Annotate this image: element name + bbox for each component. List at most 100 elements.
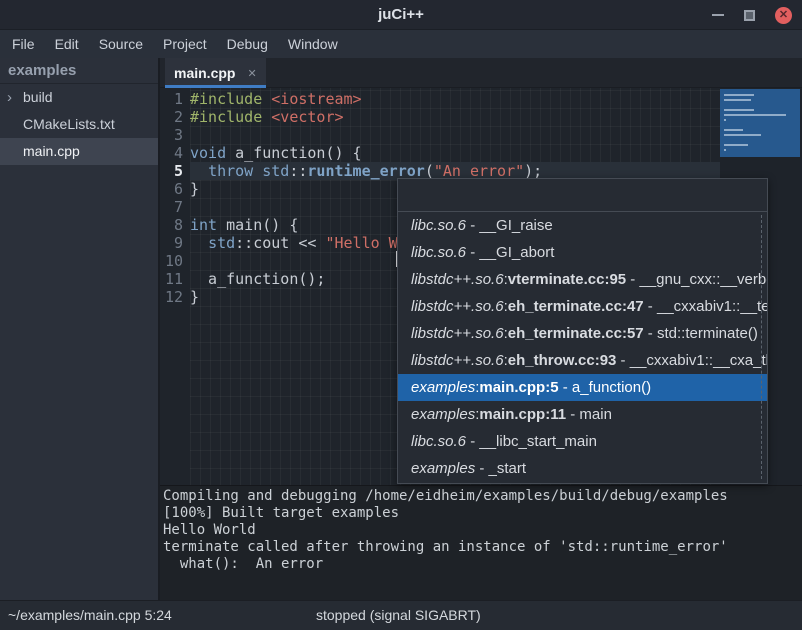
menu-item-window[interactable]: Window bbox=[278, 30, 348, 58]
stack-frame-row[interactable]: examples:main.cpp:5 - a_function() bbox=[398, 374, 767, 401]
frame-library: libstdc++.so.6 bbox=[411, 271, 504, 288]
frame-file-location: eh_throw.cc:93 bbox=[508, 352, 617, 369]
menu-item-edit[interactable]: Edit bbox=[45, 30, 89, 58]
minimap-line bbox=[724, 134, 761, 136]
minimap-line bbox=[724, 149, 726, 151]
popup-search-field[interactable] bbox=[398, 179, 767, 212]
terminal-line: terminate called after throwing an insta… bbox=[163, 539, 802, 556]
code-segment: a_function(); bbox=[190, 270, 325, 288]
line-number: 3 bbox=[160, 126, 188, 144]
stack-trace-popup: libc.so.6 - __GI_raiselibc.so.6 - __GI_a… bbox=[397, 178, 768, 484]
popup-scrollbar[interactable] bbox=[761, 215, 762, 479]
minimap-line bbox=[724, 114, 786, 116]
file-label: build bbox=[23, 89, 53, 105]
code-segment: :: bbox=[289, 162, 307, 180]
code-segment bbox=[190, 234, 208, 252]
stack-frame-row[interactable]: examples - _start bbox=[398, 455, 767, 482]
terminal-line: what(): An error bbox=[163, 556, 802, 573]
menu-item-file[interactable]: File bbox=[2, 30, 45, 58]
tab-close-icon[interactable]: ✕ bbox=[247, 67, 256, 80]
menubar: FileEditSourceProjectDebugWindow bbox=[0, 30, 802, 58]
chevron-right-icon[interactable]: › bbox=[7, 84, 12, 111]
stack-frame-row[interactable]: libstdc++.so.6:eh_throw.cc:93 - __cxxabi… bbox=[398, 347, 767, 374]
code-line-3[interactable] bbox=[190, 126, 720, 144]
stack-frame-row[interactable]: libstdc++.so.6:eh_terminate.cc:57 - std:… bbox=[398, 320, 767, 347]
code-segment: throw bbox=[208, 162, 253, 180]
stack-frame-list: libc.so.6 - __GI_raiselibc.so.6 - __GI_a… bbox=[398, 212, 767, 482]
terminal-line: Hello World bbox=[163, 522, 802, 539]
titlebar[interactable]: juCi++ ✕ bbox=[0, 0, 802, 30]
code-segment: void bbox=[190, 144, 226, 162]
line-number: 8 bbox=[160, 216, 188, 234]
frame-library: libc.so.6 bbox=[411, 244, 466, 261]
stack-frame-row[interactable]: libstdc++.so.6:vterminate.cc:95 - __gnu_… bbox=[398, 266, 767, 293]
frame-symbol: - main bbox=[566, 406, 612, 423]
minimap-line bbox=[724, 109, 754, 111]
code-segment: std bbox=[262, 162, 289, 180]
code-segment bbox=[190, 162, 208, 180]
line-number: 6 bbox=[160, 180, 188, 198]
code-segment: a_function() { bbox=[226, 144, 361, 162]
file-tree: › build CMakeLists.txt main.cpp bbox=[0, 84, 158, 165]
project-name-header: examples bbox=[0, 58, 158, 84]
code-segment: "Hello W bbox=[325, 234, 397, 252]
frame-symbol: - __GI_abort bbox=[466, 244, 554, 261]
code-segment: } bbox=[190, 180, 199, 198]
code-line-1[interactable]: #include <iostream> bbox=[190, 90, 720, 108]
window-controls: ✕ bbox=[712, 0, 792, 30]
frame-symbol: - std::terminate() bbox=[644, 325, 758, 342]
stack-frame-row[interactable]: libc.so.6 - __GI_raise bbox=[398, 212, 767, 239]
frame-library: examples bbox=[411, 406, 475, 423]
sidebar-item-cmakelists-txt[interactable]: CMakeLists.txt bbox=[0, 111, 158, 138]
frame-library: libstdc++.so.6 bbox=[411, 298, 504, 315]
frame-file-location: main.cpp:5 bbox=[479, 379, 558, 396]
minimize-icon[interactable] bbox=[712, 14, 724, 16]
line-number: 12 bbox=[160, 288, 188, 306]
line-number: 7 bbox=[160, 198, 188, 216]
stack-frame-row[interactable]: libstdc++.so.6:eh_terminate.cc:47 - __cx… bbox=[398, 293, 767, 320]
code-segment bbox=[253, 162, 262, 180]
file-label: main.cpp bbox=[23, 143, 80, 159]
menu-item-source[interactable]: Source bbox=[89, 30, 153, 58]
minimap-line bbox=[724, 119, 726, 121]
code-line-2[interactable]: #include <vector> bbox=[190, 108, 720, 126]
minimap-line bbox=[724, 144, 748, 146]
terminal-line: Compiling and debugging /home/eidheim/ex… bbox=[163, 488, 802, 505]
code-line-4[interactable]: void a_function() { bbox=[190, 144, 720, 162]
line-number-gutter: 123456789101112 bbox=[160, 90, 188, 306]
statusbar: ~/examples/main.cpp 5:24 stopped (signal… bbox=[0, 600, 802, 630]
close-icon[interactable]: ✕ bbox=[775, 7, 792, 24]
sidebar-item-build[interactable]: › build bbox=[0, 84, 158, 111]
code-segment: <vector> bbox=[271, 108, 343, 126]
cursor-location-status: ~/examples/main.cpp 5:24 bbox=[8, 601, 172, 630]
minimap-line bbox=[724, 129, 743, 131]
build-output-terminal[interactable]: Compiling and debugging /home/eidheim/ex… bbox=[160, 485, 802, 600]
file-label: CMakeLists.txt bbox=[23, 116, 115, 132]
frame-symbol: - __gnu_cxx::__verbos bbox=[626, 271, 767, 288]
restore-icon[interactable] bbox=[744, 10, 755, 21]
frame-file-location: vterminate.cc:95 bbox=[508, 271, 626, 288]
menu-item-project[interactable]: Project bbox=[153, 30, 217, 58]
stack-frame-row[interactable]: examples:main.cpp:11 - main bbox=[398, 401, 767, 428]
tab-label: main.cpp bbox=[174, 65, 235, 81]
frame-library: examples bbox=[411, 460, 475, 477]
frame-library: libc.so.6 bbox=[411, 217, 466, 234]
tabbar: main.cpp ✕ bbox=[160, 58, 802, 88]
minimap-slider[interactable] bbox=[720, 89, 800, 157]
line-number: 2 bbox=[160, 108, 188, 126]
code-segment: <iostream> bbox=[271, 90, 361, 108]
frame-symbol: - __GI_raise bbox=[466, 217, 553, 234]
stack-frame-row[interactable]: libc.so.6 - __GI_abort bbox=[398, 239, 767, 266]
stack-frame-row[interactable]: libc.so.6 - __libc_start_main bbox=[398, 428, 767, 455]
window-title: juCi++ bbox=[0, 6, 802, 23]
line-number: 10 bbox=[160, 252, 188, 270]
menu-item-debug[interactable]: Debug bbox=[217, 30, 278, 58]
frame-symbol: - a_function() bbox=[559, 379, 652, 396]
sidebar-item-main-cpp[interactable]: main.cpp bbox=[0, 138, 158, 165]
frame-library: libstdc++.so.6 bbox=[411, 352, 504, 369]
file-tree-sidebar: examples › build CMakeLists.txt main.cpp bbox=[0, 58, 160, 600]
code-segment: } bbox=[190, 288, 199, 306]
terminal-line: [100%] Built target examples bbox=[163, 505, 802, 522]
frame-library: libc.so.6 bbox=[411, 433, 466, 450]
tab-main-cpp[interactable]: main.cpp ✕ bbox=[165, 58, 266, 88]
